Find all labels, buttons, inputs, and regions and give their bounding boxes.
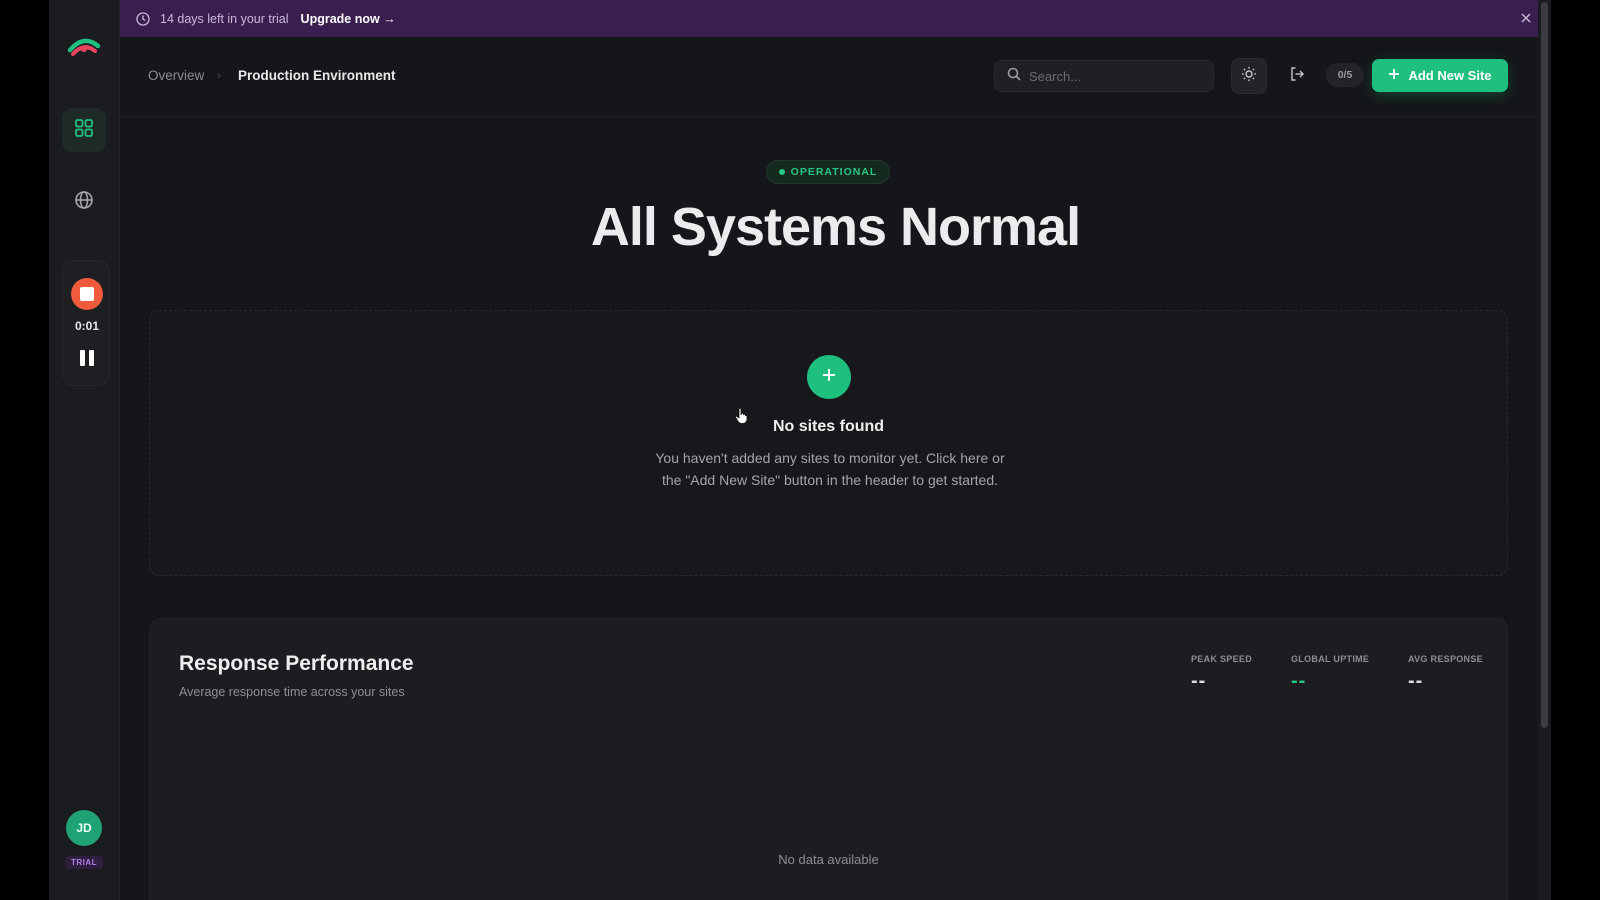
stop-recording-button[interactable]: [71, 278, 103, 310]
stat-label: GLOBAL UPTIME: [1291, 654, 1370, 664]
sun-icon: [1241, 66, 1257, 87]
user-avatar[interactable]: JD: [66, 810, 102, 846]
empty-sites-card[interactable]: No sites found You haven't added any sit…: [149, 310, 1508, 576]
stat-label: PEAK SPEED: [1191, 654, 1253, 664]
globe-icon: [74, 190, 94, 215]
response-performance-card: Response Performance Average response ti…: [149, 618, 1508, 900]
status-dot-icon: [778, 169, 785, 175]
clock-icon: [136, 11, 150, 26]
stat-value: --: [1291, 670, 1307, 692]
app-window: 0:01 JD TRIAL 14 days left in your trial…: [49, 0, 1551, 900]
page-header: Overview › Production Environment Search…: [120, 37, 1551, 117]
no-data-message: No data available: [778, 852, 879, 867]
sidebar: 0:01 JD TRIAL: [49, 0, 120, 900]
stat-avg-response: AVG RESPONSE --: [1408, 654, 1483, 693]
add-new-site-button[interactable]: Add New Site: [1372, 59, 1508, 92]
trial-days-text: 14 days left in your trial: [160, 11, 289, 26]
upgrade-link[interactable]: Upgrade now →: [301, 12, 396, 26]
sidebar-item-sites[interactable]: [62, 180, 106, 224]
stat-value: --: [1191, 670, 1207, 692]
search-icon: [1007, 67, 1021, 86]
pause-icon: [80, 350, 85, 366]
recording-timer: 0:01: [74, 319, 100, 333]
stat-value: --: [1408, 670, 1424, 692]
status-label: OPERATIONAL: [790, 166, 878, 178]
stop-icon: [80, 287, 94, 301]
add-site-plus-button[interactable]: [807, 355, 851, 399]
dashboard-icon: [74, 118, 94, 143]
stat-label: AVG RESPONSE: [1408, 654, 1483, 664]
stat-peak-speed: PEAK SPEED --: [1191, 654, 1252, 693]
breadcrumb-overview[interactable]: Overview: [148, 68, 204, 83]
breadcrumb-current: Production Environment: [238, 68, 396, 83]
performance-title: Response Performance: [179, 652, 414, 675]
close-banner-icon[interactable]: [1519, 11, 1533, 25]
pointer-cursor-icon: [735, 407, 748, 424]
plan-badge: TRIAL: [65, 856, 103, 869]
performance-subtitle: Average response time across your sites: [179, 685, 405, 699]
scrollbar-thumb[interactable]: [1541, 2, 1548, 728]
plus-icon: [1388, 68, 1400, 83]
sidebar-item-dashboard[interactable]: [62, 108, 106, 152]
page-title: All Systems Normal: [590, 197, 1081, 257]
breadcrumb-separator: ›: [217, 68, 221, 82]
stat-global-uptime: GLOBAL UPTIME --: [1291, 654, 1369, 693]
search-input[interactable]: [1029, 68, 1199, 84]
page-scrollbar[interactable]: [1538, 0, 1551, 900]
site-count-badge: 0/5: [1326, 63, 1364, 87]
empty-state-description: You haven't added any sites to monitor y…: [655, 450, 1005, 488]
screen-recorder-panel: 0:01: [62, 260, 110, 386]
theme-toggle-button[interactable]: [1231, 58, 1267, 94]
pause-recording-button[interactable]: [80, 350, 94, 366]
trial-banner: 14 days left in your trial Upgrade now →: [120, 0, 1551, 37]
logout-icon: [1289, 66, 1305, 87]
search-box[interactable]: [994, 60, 1214, 92]
empty-state-title: No sites found: [772, 418, 885, 435]
logo-icon[interactable]: [67, 34, 101, 62]
logout-button[interactable]: [1279, 58, 1315, 94]
plus-icon: [821, 367, 837, 388]
add-new-site-label: Add New Site: [1408, 68, 1492, 83]
status-badge: OPERATIONAL: [766, 160, 890, 184]
